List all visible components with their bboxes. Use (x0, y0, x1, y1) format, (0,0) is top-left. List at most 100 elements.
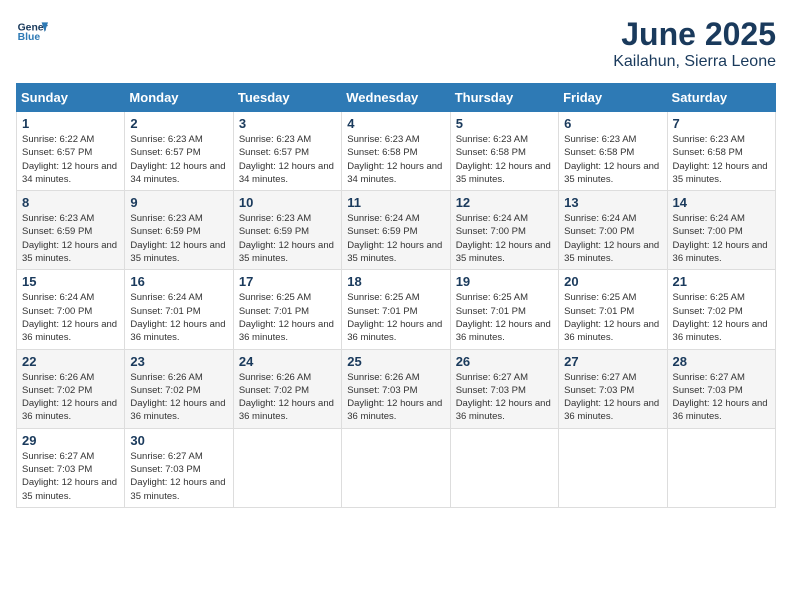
day-number: 14 (673, 195, 770, 210)
day-number: 18 (347, 274, 444, 289)
day-number: 16 (130, 274, 227, 289)
day-number: 11 (347, 195, 444, 210)
calendar-week-row: 8 Sunrise: 6:23 AM Sunset: 6:59 PM Dayli… (17, 191, 776, 270)
location-title: Kailahun, Sierra Leone (613, 53, 776, 71)
table-row: 9 Sunrise: 6:23 AM Sunset: 6:59 PM Dayli… (125, 191, 233, 270)
day-number: 19 (456, 274, 553, 289)
col-monday: Monday (125, 84, 233, 112)
day-number: 27 (564, 354, 661, 369)
table-row (233, 428, 341, 507)
calendar-week-row: 22 Sunrise: 6:26 AM Sunset: 7:02 PM Dayl… (17, 349, 776, 428)
table-row: 24 Sunrise: 6:26 AM Sunset: 7:02 PM Dayl… (233, 349, 341, 428)
table-row: 16 Sunrise: 6:24 AM Sunset: 7:01 PM Dayl… (125, 270, 233, 349)
day-info: Sunrise: 6:23 AM Sunset: 6:57 PM Dayligh… (239, 133, 336, 186)
day-info: Sunrise: 6:24 AM Sunset: 7:00 PM Dayligh… (22, 291, 119, 344)
day-number: 7 (673, 116, 770, 131)
table-row: 17 Sunrise: 6:25 AM Sunset: 7:01 PM Dayl… (233, 270, 341, 349)
day-number: 15 (22, 274, 119, 289)
col-wednesday: Wednesday (342, 84, 450, 112)
day-info: Sunrise: 6:27 AM Sunset: 7:03 PM Dayligh… (456, 371, 553, 424)
table-row: 20 Sunrise: 6:25 AM Sunset: 7:01 PM Dayl… (559, 270, 667, 349)
col-tuesday: Tuesday (233, 84, 341, 112)
col-thursday: Thursday (450, 84, 558, 112)
table-row: 14 Sunrise: 6:24 AM Sunset: 7:00 PM Dayl… (667, 191, 775, 270)
day-number: 30 (130, 433, 227, 448)
day-number: 23 (130, 354, 227, 369)
day-info: Sunrise: 6:23 AM Sunset: 6:58 PM Dayligh… (564, 133, 661, 186)
day-number: 9 (130, 195, 227, 210)
day-info: Sunrise: 6:25 AM Sunset: 7:01 PM Dayligh… (239, 291, 336, 344)
day-info: Sunrise: 6:24 AM Sunset: 7:00 PM Dayligh… (456, 212, 553, 265)
day-number: 10 (239, 195, 336, 210)
day-info: Sunrise: 6:23 AM Sunset: 6:57 PM Dayligh… (130, 133, 227, 186)
day-info: Sunrise: 6:23 AM Sunset: 6:58 PM Dayligh… (347, 133, 444, 186)
table-row: 1 Sunrise: 6:22 AM Sunset: 6:57 PM Dayli… (17, 112, 125, 191)
day-number: 21 (673, 274, 770, 289)
day-info: Sunrise: 6:22 AM Sunset: 6:57 PM Dayligh… (22, 133, 119, 186)
day-number: 6 (564, 116, 661, 131)
table-row: 3 Sunrise: 6:23 AM Sunset: 6:57 PM Dayli… (233, 112, 341, 191)
day-info: Sunrise: 6:27 AM Sunset: 7:03 PM Dayligh… (673, 371, 770, 424)
table-row: 11 Sunrise: 6:24 AM Sunset: 6:59 PM Dayl… (342, 191, 450, 270)
calendar-week-row: 1 Sunrise: 6:22 AM Sunset: 6:57 PM Dayli… (17, 112, 776, 191)
day-number: 22 (22, 354, 119, 369)
table-row: 29 Sunrise: 6:27 AM Sunset: 7:03 PM Dayl… (17, 428, 125, 507)
day-info: Sunrise: 6:25 AM Sunset: 7:01 PM Dayligh… (564, 291, 661, 344)
table-row: 15 Sunrise: 6:24 AM Sunset: 7:00 PM Dayl… (17, 270, 125, 349)
table-row (559, 428, 667, 507)
svg-text:Blue: Blue (18, 32, 41, 43)
day-number: 20 (564, 274, 661, 289)
table-row: 23 Sunrise: 6:26 AM Sunset: 7:02 PM Dayl… (125, 349, 233, 428)
table-row: 10 Sunrise: 6:23 AM Sunset: 6:59 PM Dayl… (233, 191, 341, 270)
day-info: Sunrise: 6:27 AM Sunset: 7:03 PM Dayligh… (22, 450, 119, 503)
calendar-table: Sunday Monday Tuesday Wednesday Thursday… (16, 83, 776, 508)
day-info: Sunrise: 6:27 AM Sunset: 7:03 PM Dayligh… (130, 450, 227, 503)
table-row (342, 428, 450, 507)
table-row: 21 Sunrise: 6:25 AM Sunset: 7:02 PM Dayl… (667, 270, 775, 349)
calendar-header-row: Sunday Monday Tuesday Wednesday Thursday… (17, 84, 776, 112)
day-info: Sunrise: 6:24 AM Sunset: 7:00 PM Dayligh… (673, 212, 770, 265)
table-row: 27 Sunrise: 6:27 AM Sunset: 7:03 PM Dayl… (559, 349, 667, 428)
col-sunday: Sunday (17, 84, 125, 112)
day-info: Sunrise: 6:25 AM Sunset: 7:02 PM Dayligh… (673, 291, 770, 344)
day-info: Sunrise: 6:25 AM Sunset: 7:01 PM Dayligh… (456, 291, 553, 344)
day-number: 26 (456, 354, 553, 369)
table-row: 4 Sunrise: 6:23 AM Sunset: 6:58 PM Dayli… (342, 112, 450, 191)
day-number: 28 (673, 354, 770, 369)
day-number: 25 (347, 354, 444, 369)
col-friday: Friday (559, 84, 667, 112)
day-number: 8 (22, 195, 119, 210)
table-row: 6 Sunrise: 6:23 AM Sunset: 6:58 PM Dayli… (559, 112, 667, 191)
table-row: 12 Sunrise: 6:24 AM Sunset: 7:00 PM Dayl… (450, 191, 558, 270)
col-saturday: Saturday (667, 84, 775, 112)
logo: General Blue (16, 16, 48, 48)
day-info: Sunrise: 6:25 AM Sunset: 7:01 PM Dayligh… (347, 291, 444, 344)
day-number: 12 (456, 195, 553, 210)
logo-icon: General Blue (16, 16, 48, 48)
day-info: Sunrise: 6:24 AM Sunset: 7:01 PM Dayligh… (130, 291, 227, 344)
day-info: Sunrise: 6:26 AM Sunset: 7:03 PM Dayligh… (347, 371, 444, 424)
day-info: Sunrise: 6:23 AM Sunset: 6:59 PM Dayligh… (130, 212, 227, 265)
day-number: 5 (456, 116, 553, 131)
table-row: 25 Sunrise: 6:26 AM Sunset: 7:03 PM Dayl… (342, 349, 450, 428)
day-number: 13 (564, 195, 661, 210)
table-row: 13 Sunrise: 6:24 AM Sunset: 7:00 PM Dayl… (559, 191, 667, 270)
table-row: 8 Sunrise: 6:23 AM Sunset: 6:59 PM Dayli… (17, 191, 125, 270)
day-info: Sunrise: 6:23 AM Sunset: 6:59 PM Dayligh… (239, 212, 336, 265)
day-number: 17 (239, 274, 336, 289)
month-title: June 2025 (613, 16, 776, 53)
day-number: 24 (239, 354, 336, 369)
day-info: Sunrise: 6:23 AM Sunset: 6:59 PM Dayligh… (22, 212, 119, 265)
day-info: Sunrise: 6:26 AM Sunset: 7:02 PM Dayligh… (22, 371, 119, 424)
day-number: 3 (239, 116, 336, 131)
title-area: June 2025 Kailahun, Sierra Leone (613, 16, 776, 71)
day-number: 2 (130, 116, 227, 131)
day-info: Sunrise: 6:24 AM Sunset: 6:59 PM Dayligh… (347, 212, 444, 265)
day-info: Sunrise: 6:24 AM Sunset: 7:00 PM Dayligh… (564, 212, 661, 265)
table-row: 18 Sunrise: 6:25 AM Sunset: 7:01 PM Dayl… (342, 270, 450, 349)
day-info: Sunrise: 6:26 AM Sunset: 7:02 PM Dayligh… (130, 371, 227, 424)
page-header: General Blue June 2025 Kailahun, Sierra … (16, 16, 776, 71)
table-row: 28 Sunrise: 6:27 AM Sunset: 7:03 PM Dayl… (667, 349, 775, 428)
table-row: 5 Sunrise: 6:23 AM Sunset: 6:58 PM Dayli… (450, 112, 558, 191)
table-row (450, 428, 558, 507)
